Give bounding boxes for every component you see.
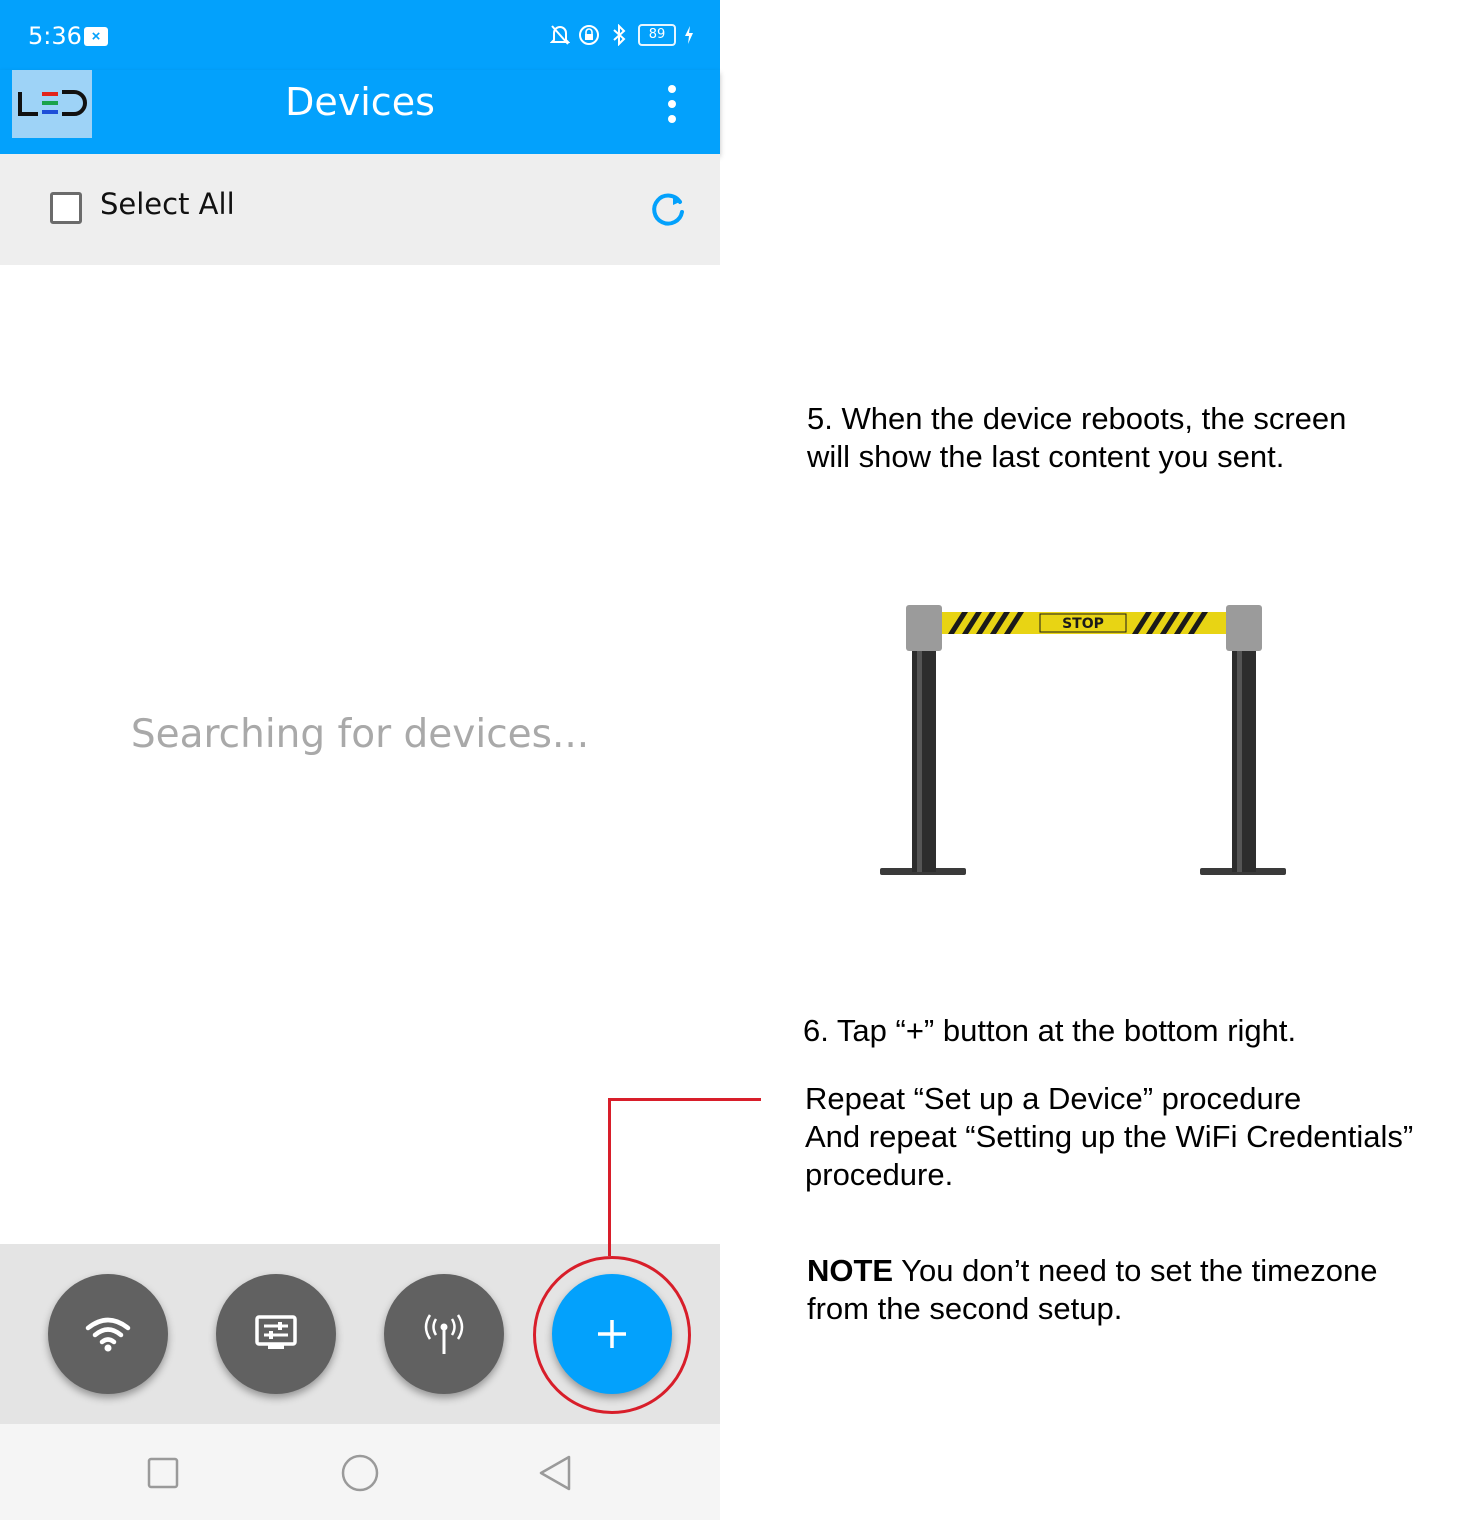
status-icons: 89 [550, 24, 694, 46]
callout-line-vertical [608, 1098, 611, 1256]
broadcast-button[interactable] [384, 1274, 504, 1394]
battery-level: 89 [638, 24, 676, 46]
back-nav-button[interactable] [536, 1453, 576, 1493]
status-bar: 5:36 × 89 [0, 0, 720, 70]
repeat-line-1: Repeat “Set up a Device” procedure [805, 1081, 1302, 1116]
step-6-line-1: 6. Tap “+” button at the bottom right. [803, 1013, 1297, 1048]
antenna-icon [424, 1314, 464, 1354]
step-5-line-2: will show the last content you sent. [807, 439, 1285, 474]
more-vertical-icon [668, 85, 676, 123]
step-5-text: 5. When the device reboots, the screen w… [807, 400, 1346, 476]
select-all-checkbox[interactable] [50, 192, 82, 224]
stop-sign-text: STOP [1062, 616, 1104, 632]
wifi-icon [85, 1317, 131, 1352]
charging-icon [685, 26, 693, 44]
display-settings-button[interactable] [216, 1274, 336, 1394]
notification-icon: × [84, 27, 108, 46]
overflow-menu-button[interactable] [652, 84, 692, 124]
note-text: NOTE You don’t need to set the timezone … [807, 1252, 1377, 1328]
refresh-icon [652, 193, 684, 226]
searching-status: Searching for devices... [130, 712, 590, 757]
barrier-stanchion-illustration: STOP [880, 605, 1286, 875]
note-label: NOTE [807, 1253, 894, 1288]
system-nav-bar [0, 1424, 720, 1520]
page-title: Devices [285, 80, 435, 124]
wifi-button[interactable] [48, 1274, 168, 1394]
repeat-instructions: Repeat “Set up a Device” procedure And r… [805, 1080, 1413, 1194]
refresh-button[interactable] [646, 188, 690, 232]
home-nav-button[interactable] [340, 1453, 380, 1493]
display-settings-icon [255, 1315, 297, 1349]
status-time: 5:36 [28, 22, 82, 50]
app-bar: Devices [0, 70, 720, 154]
lock-rotation-icon [579, 25, 599, 45]
step-5-line-1: 5. When the device reboots, the screen [807, 401, 1347, 436]
select-all-label: Select All [100, 187, 235, 221]
repeat-line-3: procedure. [805, 1157, 954, 1192]
step-6-text: 6. Tap “+” button at the bottom right. [803, 1012, 1296, 1050]
select-all-bar: Select All [0, 154, 720, 265]
bluetooth-icon [613, 24, 626, 46]
callout-line-horizontal [608, 1098, 761, 1101]
repeat-line-2: And repeat “Setting up the WiFi Credenti… [805, 1119, 1414, 1154]
recents-nav-button[interactable] [146, 1456, 180, 1490]
note-line-2: from the second setup. [807, 1291, 1123, 1326]
callout-circle [533, 1256, 691, 1414]
note-line-1: You don’t need to set the timezone [893, 1253, 1378, 1288]
bell-muted-icon [550, 25, 570, 45]
